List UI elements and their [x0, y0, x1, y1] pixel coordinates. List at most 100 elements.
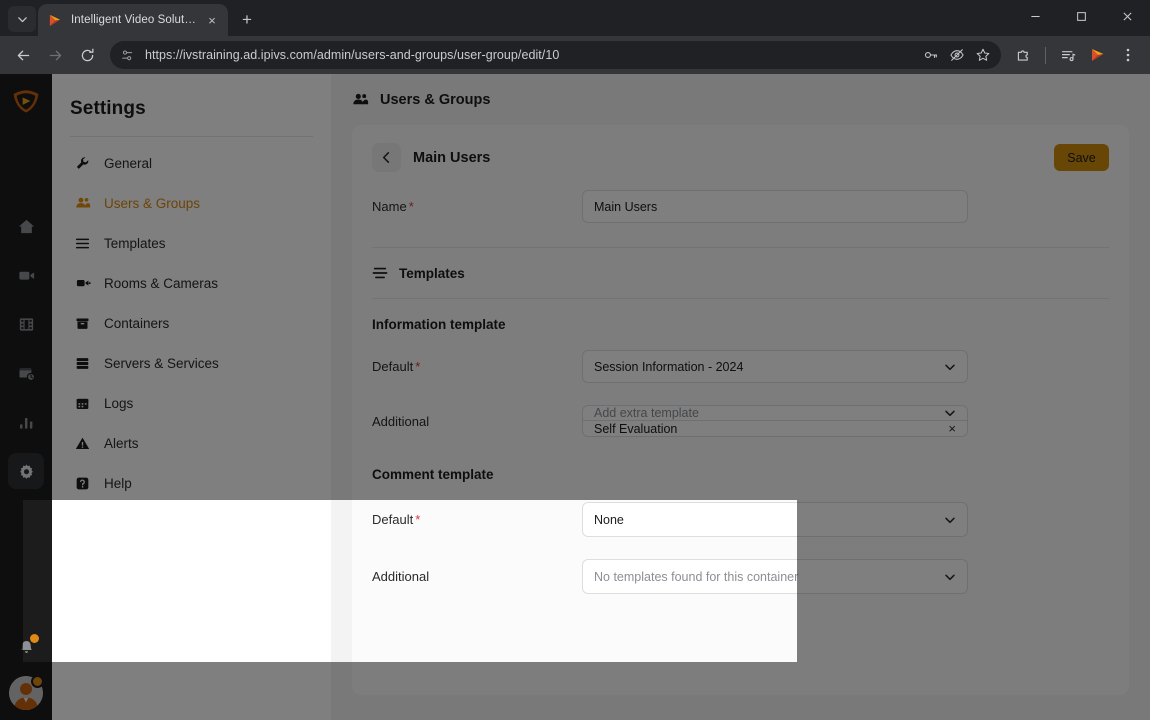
sidebar-item-logs[interactable]: Logs — [52, 383, 331, 423]
maximize-button[interactable] — [1058, 0, 1104, 32]
save-button[interactable]: Save — [1054, 144, 1109, 171]
sidebar-label: General — [104, 155, 153, 171]
required-marker: * — [415, 359, 421, 374]
information-template-heading: Information template — [372, 317, 506, 332]
address-bar[interactable]: https://ivstraining.ad.ipivs.com/admin/u… — [110, 41, 1001, 69]
rail-item-settings[interactable] — [8, 453, 44, 489]
ivs-profile-icon[interactable] — [1084, 41, 1112, 69]
users-icon — [352, 91, 369, 108]
page-title-text: Users & Groups — [380, 91, 491, 108]
chevron-down-icon — [944, 361, 956, 373]
settings-title: Settings — [70, 98, 146, 119]
information-additional-chip: Self Evaluation × — [582, 421, 968, 437]
sidebar-label: Rooms & Cameras — [104, 275, 219, 291]
ivs-favicon — [49, 14, 61, 26]
sidebar-label: Alerts — [104, 435, 139, 451]
templates-section-title: Templates — [399, 265, 465, 281]
sidebar-item-templates[interactable]: Templates — [52, 223, 331, 263]
main-content: Users & Groups Main Users Save Name * Ma… — [331, 74, 1150, 720]
reading-list-icon[interactable] — [1054, 41, 1082, 69]
sidebar-label: Containers — [104, 315, 170, 331]
arrow-right-icon — [49, 50, 61, 60]
toolbar-right-actions — [1003, 41, 1142, 69]
information-additional-group: Add extra template Self Evaluation × — [582, 405, 968, 437]
sidebar-label: Logs — [104, 395, 134, 411]
comment-additional-row: Additional No templates found for this c… — [352, 559, 1129, 594]
sidebar-label: Users & Groups — [104, 195, 201, 211]
rail-items — [8, 208, 44, 489]
information-default-label: Default * — [372, 359, 582, 374]
information-additional-label: Additional — [372, 414, 430, 429]
tab-search-button[interactable] — [8, 6, 36, 32]
name-row: Name * Main Users — [352, 190, 1129, 223]
name-label: Name * — [372, 199, 582, 214]
eye-slash-icon[interactable] — [949, 47, 965, 63]
tab-title: Intelligent Video Solutions — [71, 14, 196, 26]
rail-item-home[interactable] — [8, 208, 44, 244]
sidebar-label: Servers & Services — [104, 355, 219, 371]
rail-item-cameras[interactable] — [8, 257, 44, 293]
comment-default-value: None — [594, 512, 624, 527]
back-button[interactable] — [372, 143, 401, 172]
name-input[interactable]: Main Users — [582, 190, 968, 223]
sidebar-item-rooms-and-cameras[interactable]: Rooms & Cameras — [52, 263, 331, 303]
notifications-button[interactable] — [11, 632, 41, 662]
sidebar-item-users-and-groups[interactable]: Users & Groups — [52, 183, 331, 223]
browser-tab[interactable]: Intelligent Video Solutions × — [38, 4, 228, 36]
password-key-icon[interactable] — [923, 47, 939, 63]
extensions-puzzle-icon[interactable] — [1009, 41, 1037, 69]
rail-item-scheduling[interactable] — [8, 355, 44, 391]
reload-icon — [81, 48, 93, 61]
user-group-edit-card: Main Users Save Name * Main Users Templa… — [352, 125, 1129, 695]
close-window-button[interactable] — [1104, 0, 1150, 32]
minimize-button[interactable] — [1012, 0, 1058, 32]
card-title: Main Users — [413, 149, 491, 166]
templates-section-header: Templates — [352, 248, 1129, 281]
chrome-menu-icon[interactable] — [1114, 41, 1142, 69]
name-label-text: Name — [372, 199, 407, 214]
maximize-icon — [1076, 11, 1086, 21]
comment-additional-select[interactable]: No templates found for this container — [582, 559, 968, 594]
sidebar-item-general[interactable]: General — [52, 143, 331, 183]
rail-item-analytics[interactable] — [8, 404, 44, 440]
rail-item-recordings[interactable] — [8, 306, 44, 342]
video-camera-icon — [74, 275, 91, 291]
tab-close-button[interactable]: × — [204, 12, 220, 28]
chip-remove-button[interactable]: × — [948, 421, 956, 436]
filmstrip-icon — [19, 317, 33, 331]
comment-default-select[interactable]: None — [582, 502, 968, 537]
information-default-select[interactable]: Session Information - 2024 — [582, 350, 968, 383]
ivs-shield-logo[interactable] — [11, 86, 41, 116]
calendar-icon — [74, 396, 91, 411]
users-icon — [74, 195, 91, 211]
browser-window: Intelligent Video Solutions × + https://… — [0, 0, 1150, 720]
warning-triangle-icon — [74, 436, 91, 451]
sidebar-item-containers[interactable]: Containers — [52, 303, 331, 343]
information-additional-row: Additional Add extra template Self Evalu… — [352, 405, 1129, 437]
forward-button[interactable] — [40, 40, 70, 70]
sidebar-item-alerts[interactable]: Alerts — [52, 423, 331, 463]
chip-label: Self Evaluation — [594, 421, 678, 436]
tab-strip: Intelligent Video Solutions × + — [0, 0, 1150, 36]
chevron-left-icon — [382, 152, 390, 163]
chevron-down-icon — [944, 571, 956, 583]
analytics-bar-icon — [19, 417, 32, 429]
notification-badge — [30, 634, 39, 643]
chevron-down-icon — [17, 16, 27, 22]
bookmark-star-icon[interactable] — [975, 47, 991, 63]
sidebar-item-help[interactable]: Help — [52, 463, 331, 503]
page-settings-icon[interactable] — [120, 48, 135, 63]
sidebar-label: Help — [104, 475, 132, 491]
reload-button[interactable] — [72, 40, 102, 70]
close-icon — [1122, 11, 1132, 21]
new-tab-button[interactable]: + — [234, 6, 260, 32]
list-lines-icon — [74, 236, 91, 251]
comment-default-label: Default * — [372, 512, 582, 527]
comment-template-heading: Comment template — [372, 467, 494, 482]
sidebar-item-servers-and-services[interactable]: Servers & Services — [52, 343, 331, 383]
account-button[interactable] — [9, 675, 44, 710]
information-additional-select[interactable]: Add extra template — [582, 405, 968, 421]
rail-bottom — [9, 632, 44, 710]
back-button[interactable] — [8, 40, 38, 70]
browser-toolbar: https://ivstraining.ad.ipivs.com/admin/u… — [0, 36, 1150, 74]
